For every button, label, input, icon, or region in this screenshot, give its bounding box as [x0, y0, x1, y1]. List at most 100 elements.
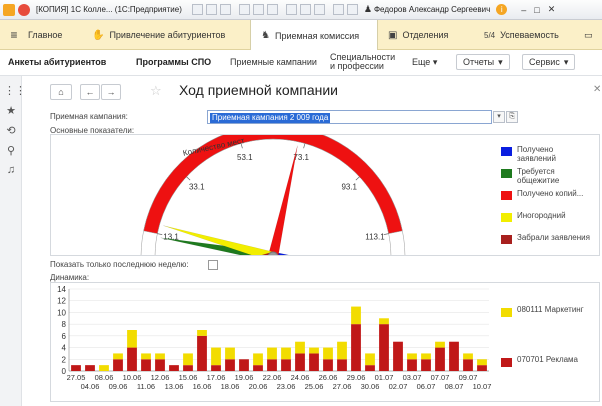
menu-more[interactable]: Еще ▾ [412, 57, 437, 68]
dropdown-arrow-icon[interactable] [18, 3, 30, 16]
gauge-tick-label: 93.1 [341, 182, 357, 191]
chart-bar [225, 359, 235, 371]
menu-programs[interactable]: Программы СПО [136, 57, 211, 67]
person-icon: ♞ [261, 30, 270, 41]
forward-button[interactable]: → [101, 84, 121, 100]
reports-button[interactable]: Отчеты ▾ [456, 54, 510, 70]
chart-y-tick-label: 12 [57, 297, 66, 306]
menu-campaigns[interactable]: Приемные кампании [230, 57, 317, 67]
reports-label: Отчеты [463, 57, 495, 67]
chart-bar [309, 347, 319, 354]
home-button[interactable]: ⌂ [50, 84, 72, 100]
window-icon[interactable] [346, 4, 358, 15]
chart-bar [169, 365, 179, 371]
tab-departments[interactable]: ▣ Отделения [388, 20, 472, 50]
legend-swatch [501, 169, 512, 178]
chart-bar [225, 347, 235, 360]
menu-applicants[interactable]: Анкеты абитуриентов [8, 57, 106, 67]
calendar-icon[interactable] [266, 4, 278, 15]
tab-more[interactable]: ▭ [584, 20, 600, 50]
zoom-icon[interactable] [332, 4, 344, 15]
chart-bar [253, 365, 263, 371]
chart-y-tick-label: 2 [62, 355, 67, 364]
preview-icon[interactable] [219, 4, 231, 15]
campaign-dropdown-button[interactable]: ▾ [493, 111, 505, 123]
history-icon[interactable]: ⟲ [4, 124, 18, 137]
service-button[interactable]: Сервис ▾ [522, 54, 576, 70]
app-logo-icon [3, 3, 15, 16]
chart-bar [267, 359, 277, 371]
tab-label: Привлечение абитуриентов [109, 30, 226, 40]
chart-x-tick-label: 12.06 [151, 373, 170, 382]
close-icon[interactable]: ✕ [548, 4, 556, 15]
chart-bar [281, 347, 291, 360]
legend-swatch [501, 308, 512, 317]
chart-x-tick-label: 22.06 [263, 373, 282, 382]
chart-x-tick-label: 09.06 [109, 382, 128, 391]
table-icon[interactable] [252, 4, 264, 15]
chart-bar [99, 365, 109, 371]
toolbar-grid-icon[interactable] [191, 4, 203, 15]
chart-bar [393, 341, 403, 371]
save-icon[interactable] [238, 4, 250, 15]
chart-bar [379, 318, 389, 325]
close-form-icon[interactable]: ✕ [593, 84, 601, 95]
campaign-open-button[interactable]: ⎘ [506, 111, 518, 123]
chart-bar [435, 347, 445, 371]
bell-icon[interactable]: ♫ [4, 164, 18, 176]
maximize-icon[interactable]: □ [534, 5, 539, 15]
chart-bar [421, 359, 431, 371]
chart-x-tick-label: 08.07 [445, 382, 464, 391]
chart-x-tick-label: 10.07 [473, 382, 492, 391]
m-plus-icon[interactable] [299, 4, 311, 15]
last-week-checkbox[interactable] [208, 260, 218, 270]
favorites-icon[interactable]: ★ [4, 104, 18, 117]
favorite-star-icon[interactable]: ☆ [150, 83, 162, 99]
chart-y-tick-label: 6 [62, 332, 67, 341]
dropdown-arrow-icon: ▾ [563, 56, 569, 67]
chart-bar [477, 359, 487, 366]
chart-x-tick-label: 27.06 [333, 382, 352, 391]
tab-label: Отделения [402, 30, 449, 40]
gauge-tick-mark [303, 143, 306, 149]
legend-label: Требуется общежитие [517, 167, 560, 185]
info-icon[interactable]: i [496, 4, 508, 15]
arrow-left-icon: ← [85, 87, 95, 97]
gauge-panel: Количество мест-6.913.133.153.173.193.11… [50, 134, 600, 256]
section-menu-button[interactable]: ≡ [4, 20, 24, 50]
print-icon[interactable] [205, 4, 217, 15]
chart-x-tick-label: 08.06 [95, 373, 114, 382]
m-icon[interactable] [285, 4, 297, 15]
campaign-value: Приемная кампания 2 009 года [210, 113, 331, 123]
legend-swatch [501, 147, 512, 156]
user-name[interactable]: Федоров Александр Сергеевич [374, 5, 490, 14]
m-minus-icon[interactable] [313, 4, 325, 15]
chart-y-tick-label: 8 [62, 320, 67, 329]
chart-x-tick-label: 25.06 [305, 382, 324, 391]
chart-x-tick-label: 06.07 [417, 382, 436, 391]
tab-progress[interactable]: 5/4 Успеваемость [484, 20, 584, 50]
window-title: [КОПИЯ] 1С Колле... (1С:Предприятие) [36, 5, 182, 14]
minimize-icon[interactable]: – [521, 5, 526, 15]
legend-label: Получено копий... [517, 189, 584, 198]
arrow-right-icon: → [106, 87, 116, 97]
service-label: Сервис [529, 57, 560, 67]
chart-bar [435, 341, 445, 348]
tab-main[interactable]: Главное [28, 20, 88, 50]
section-panel: ≡ Главное ✋ Привлечение абитуриентов ♞ При… [0, 20, 602, 51]
section-commands: Анкеты абитуриентов Программы СПО Приемн… [0, 50, 602, 76]
home-icon: ⌂ [58, 87, 64, 97]
department-icon: ▣ [388, 29, 398, 41]
search-icon[interactable]: ⚲ [4, 144, 18, 157]
campaign-field[interactable]: Приемная кампания 2 009 года [207, 110, 492, 124]
apps-grid-icon[interactable]: ⋮⋮ [4, 84, 26, 97]
tab-recruitment[interactable]: ✋ Привлечение абитуриентов [92, 20, 242, 50]
tab-admission[interactable]: ♞ Приемная комиссия [250, 20, 378, 51]
chart-bar [211, 347, 221, 366]
gauge-tick-label: 113.1 [365, 232, 385, 241]
chart-x-tick-label: 15.06 [179, 373, 198, 382]
back-button[interactable]: ← [80, 84, 100, 100]
chart-bar [309, 353, 319, 371]
menu-specialties[interactable]: Специальности и профессии [330, 53, 400, 71]
legend-label: Забрали заявления [517, 233, 590, 242]
